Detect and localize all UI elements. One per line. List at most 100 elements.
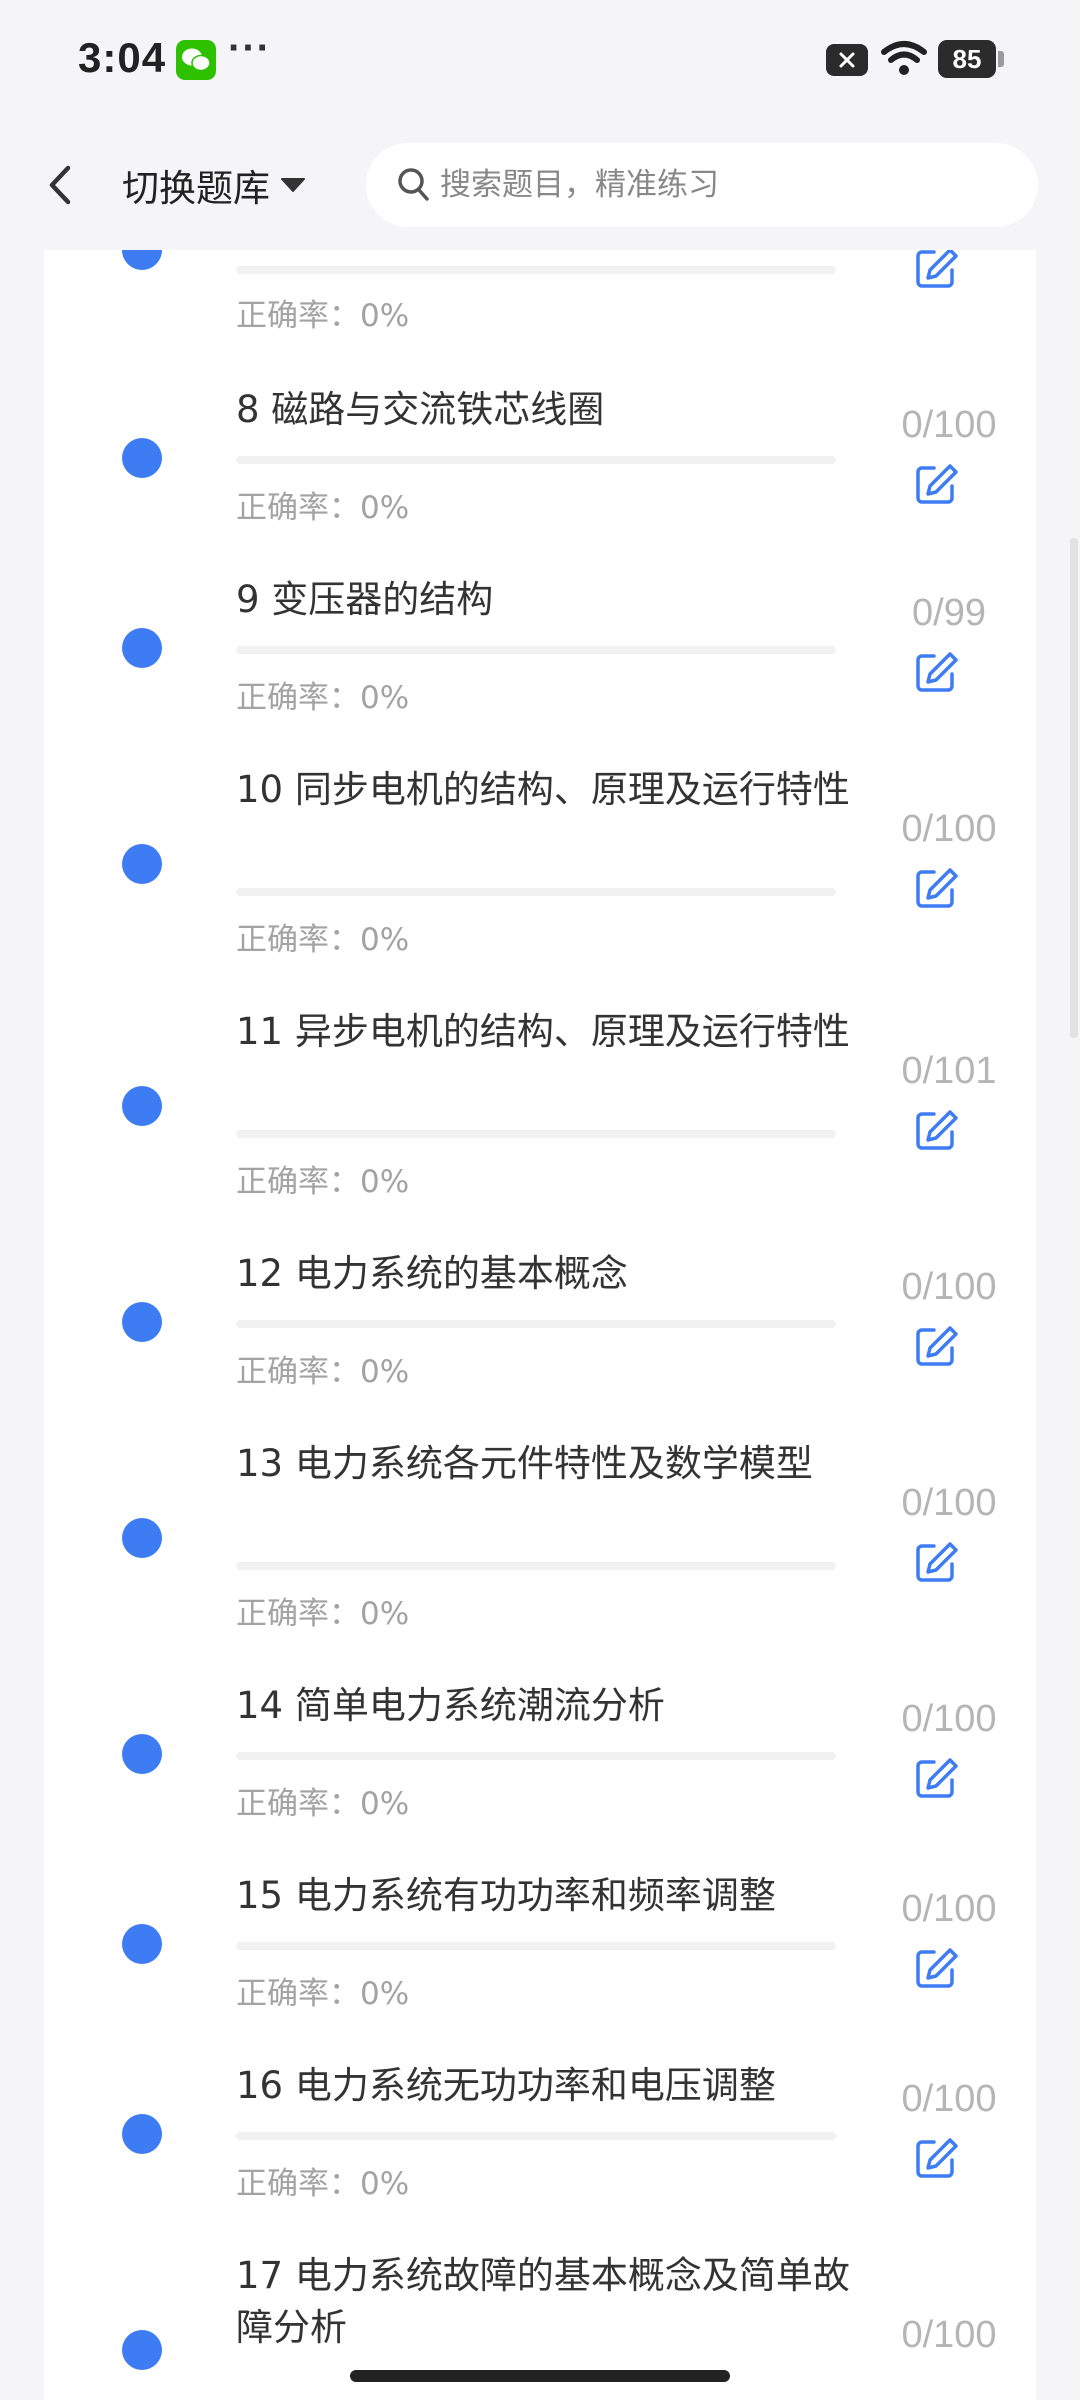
battery-icon: 85 (938, 40, 996, 78)
chapter-dot-icon (122, 1924, 162, 1964)
notification-close-icon (826, 44, 868, 76)
chapter-title: 11 异步电机的结构、原理及运行特性 (236, 1010, 850, 1053)
question-count: 0/100 (901, 404, 997, 446)
accuracy-label: 正确率： (236, 1976, 360, 2012)
status-bar: 3:04 ··· 85 (0, 0, 1080, 120)
battery-tip (998, 51, 1004, 67)
chapter-dot-icon (122, 1518, 162, 1558)
chapter-title: 9 变压器的结构 (236, 578, 494, 621)
accuracy-value: 0% (360, 1786, 410, 1822)
accuracy-label: 正确率： (236, 1786, 360, 1822)
wifi-icon (880, 38, 928, 82)
scrollbar[interactable] (1070, 538, 1078, 1038)
accuracy-label: 正确率： (236, 298, 360, 334)
search-icon (396, 165, 432, 209)
accuracy-label: 正确率： (236, 922, 360, 958)
question-count: 0/100 (901, 1888, 997, 1930)
accuracy-value: 0% (360, 298, 410, 334)
question-count: 0/100 (901, 2078, 997, 2120)
progress-bar (236, 646, 836, 654)
chapter-dot-icon (122, 438, 162, 478)
question-count: 0/100 (901, 2314, 997, 2356)
practice-edit-icon[interactable] (914, 1946, 958, 1990)
chapter-dot-icon (122, 1302, 162, 1342)
header: 切换题库 (0, 120, 1080, 250)
chapter-list: 正确率：0% 8 磁路与交流铁芯线圈 正确率：0% 0/100 9 变压器的结构 正确率：… (44, 250, 1036, 2400)
accuracy-text: 正确率：0% (236, 1968, 409, 2013)
search-box[interactable] (366, 143, 1038, 227)
question-count: 0/101 (901, 1050, 997, 1092)
progress-bar (236, 1942, 836, 1950)
progress-bar (236, 456, 836, 464)
accuracy-label: 正确率： (236, 2166, 360, 2202)
progress-bar (236, 888, 836, 896)
accuracy-text: 正确率：0% (236, 1346, 409, 1391)
progress-bar (236, 1320, 836, 1328)
chapter-dot-icon (122, 844, 162, 884)
practice-edit-icon[interactable] (914, 2136, 958, 2180)
practice-edit-icon[interactable] (914, 1324, 958, 1368)
caret-down-icon (280, 176, 306, 198)
search-input[interactable] (440, 143, 1000, 227)
practice-edit-icon[interactable] (914, 866, 958, 910)
chapter-title: 10 同步电机的结构、原理及运行特性 (236, 768, 850, 811)
status-time: 3:04 (78, 34, 167, 81)
chapter-title: 16 电力系统无功功率和电压调整 (236, 2064, 776, 2107)
accuracy-label: 正确率： (236, 1596, 360, 1632)
chapter-dot-icon (122, 1734, 162, 1774)
question-count: 0/100 (901, 808, 997, 850)
accuracy-value: 0% (360, 1976, 410, 2012)
chapter-dot-icon (122, 1086, 162, 1126)
progress-bar (236, 2132, 836, 2140)
progress-bar (236, 1130, 836, 1138)
chapter-title: 13 电力系统各元件特性及数学模型 (236, 1442, 813, 1485)
chapter-title: 12 电力系统的基本概念 (236, 1252, 628, 1295)
accuracy-label: 正确率： (236, 1354, 360, 1390)
accuracy-text: 正确率：0% (236, 1156, 409, 1201)
accuracy-label: 正确率： (236, 1164, 360, 1200)
chapter-dot-icon (122, 2330, 162, 2370)
practice-edit-icon[interactable] (914, 1108, 958, 1152)
chapter-title: 17 电力系统故障的基本概念及简单故障分析 (236, 2254, 850, 2349)
switch-question-bank-button[interactable]: 切换题库 (122, 158, 306, 212)
accuracy-label: 正确率： (236, 680, 360, 716)
accuracy-text: 正确率：0% (236, 914, 409, 959)
accuracy-value: 0% (360, 1354, 410, 1390)
chapter-title: 14 简单电力系统潮流分析 (236, 1684, 665, 1727)
practice-edit-icon[interactable] (914, 250, 958, 290)
practice-edit-icon[interactable] (914, 1540, 958, 1584)
accuracy-text: 正确率：0% (236, 1778, 409, 1823)
home-indicator[interactable] (350, 2370, 730, 2382)
more-notifications-icon: ··· (228, 26, 271, 70)
progress-bar (236, 266, 836, 274)
practice-edit-icon[interactable] (914, 1756, 958, 1800)
switch-bank-label: 切换题库 (122, 167, 270, 210)
practice-edit-icon[interactable] (914, 462, 958, 506)
accuracy-value: 0% (360, 680, 410, 716)
wechat-icon (176, 40, 216, 80)
accuracy-value: 0% (360, 490, 410, 526)
question-count: 0/99 (912, 592, 986, 634)
chapter-title: 8 磁路与交流铁芯线圈 (236, 388, 605, 431)
accuracy-label: 正确率： (236, 490, 360, 526)
progress-bar (236, 1752, 836, 1760)
accuracy-text: 正确率：0% (236, 1588, 409, 1633)
accuracy-text: 正确率：0% (236, 2158, 409, 2203)
accuracy-value: 0% (360, 2166, 410, 2202)
practice-edit-icon[interactable] (914, 650, 958, 694)
chapter-dot-icon (122, 2114, 162, 2154)
chapter-dot-icon (122, 250, 162, 270)
accuracy-value: 0% (360, 1596, 410, 1632)
accuracy-text: 正确率：0% (236, 672, 409, 717)
chapter-title: 15 电力系统有功功率和频率调整 (236, 1874, 776, 1917)
back-button[interactable] (40, 160, 80, 210)
accuracy-value: 0% (360, 922, 410, 958)
accuracy-value: 0% (360, 1164, 410, 1200)
question-count: 0/100 (901, 1698, 997, 1740)
chapter-dot-icon (122, 628, 162, 668)
progress-bar (236, 1562, 836, 1570)
question-count: 0/100 (901, 1482, 997, 1524)
accuracy-text: 正确率：0% (236, 290, 409, 335)
accuracy-text: 正确率：0% (236, 482, 409, 527)
question-count: 0/100 (901, 1266, 997, 1308)
